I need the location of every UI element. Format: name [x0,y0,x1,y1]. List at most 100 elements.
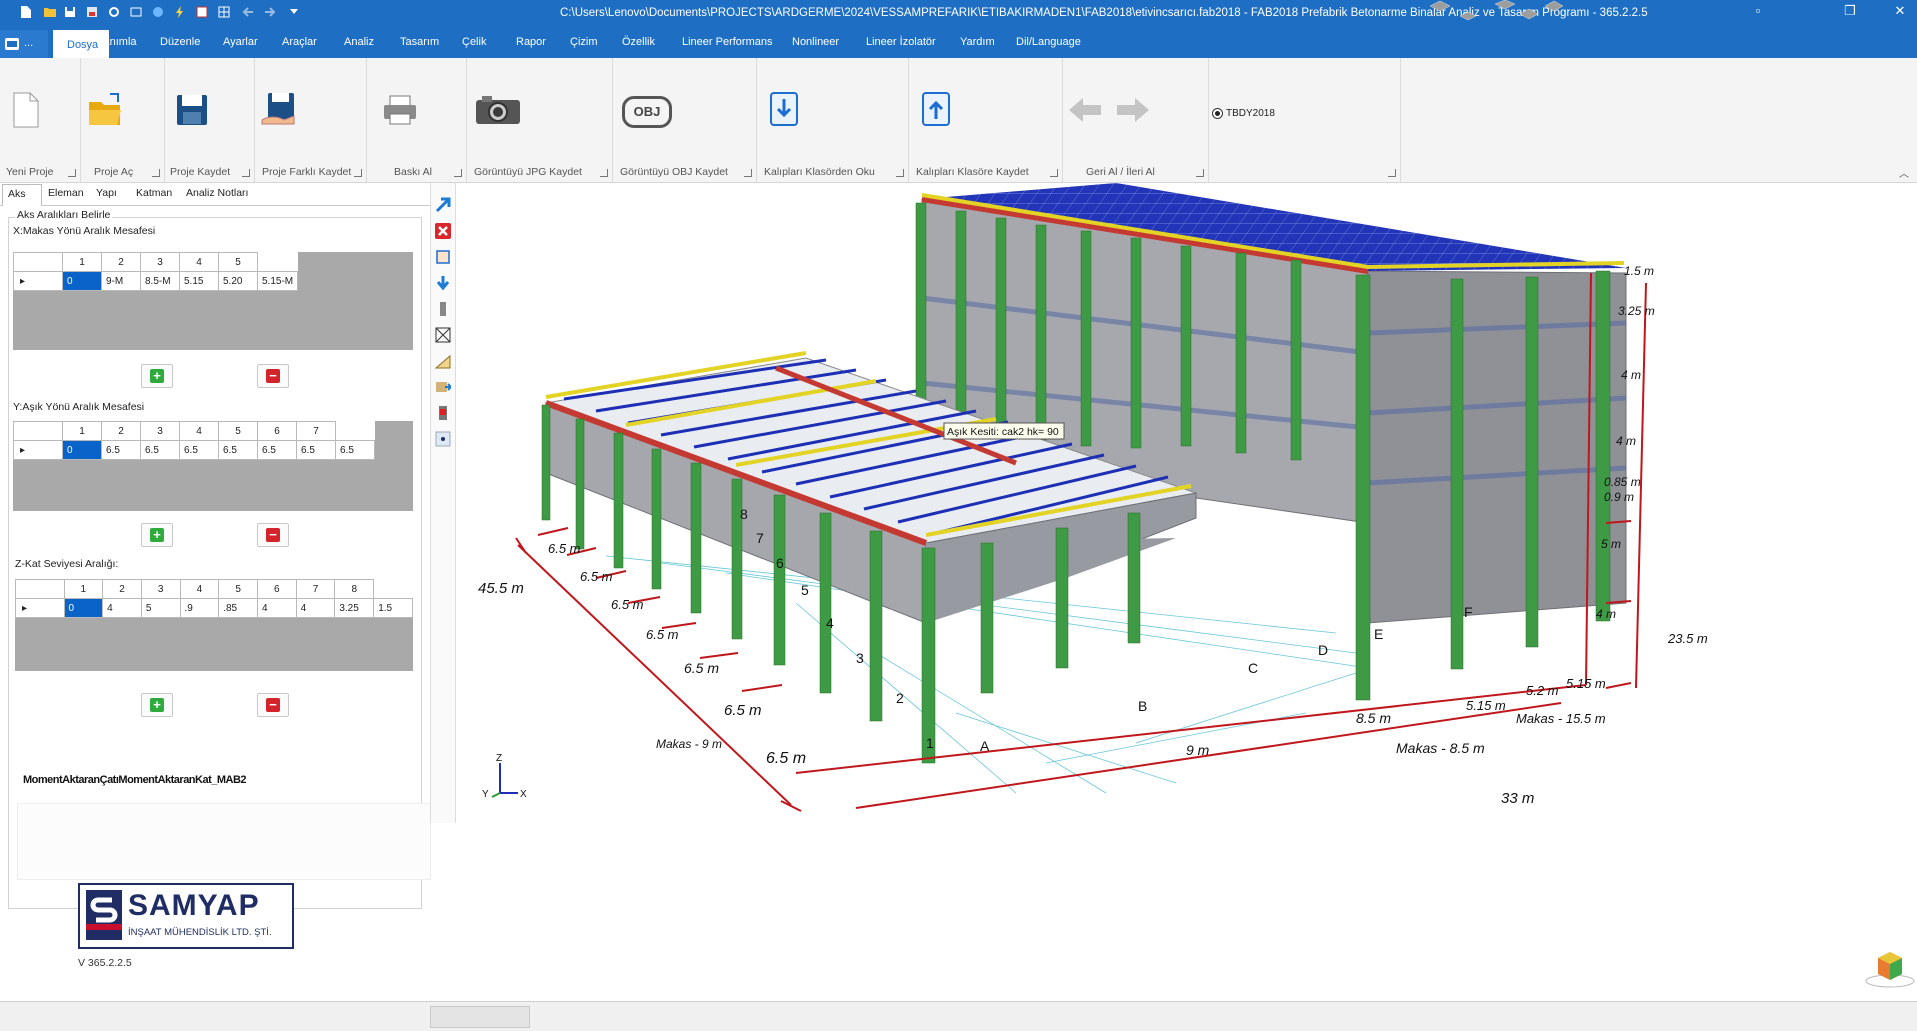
ribbon-group-kaliplari-kaydet[interactable]: Kalıpları Klasöre Kaydet [908,58,1063,182]
tab-analiz-notlari[interactable]: Analiz Notları [186,187,248,199]
y-grid-cell[interactable]: 6.5 [257,440,297,460]
undo-icon[interactable] [240,4,256,20]
grid-icon[interactable] [216,4,232,20]
ribbon-group-geri-al[interactable]: Geri Al / İleri Al [1062,58,1209,182]
column-tool-icon[interactable] [433,299,453,319]
y-remove-button[interactable]: − [257,523,289,547]
open-folder-icon[interactable] [42,4,58,20]
close-button[interactable]: ✕ [1890,3,1910,21]
customize-dropdown-icon[interactable] [286,4,302,20]
delete-icon[interactable] [433,221,453,241]
ribbon-group-yeni-proje[interactable]: Yeni Proje [0,58,81,182]
y-grid-cell[interactable]: 6.5 [140,440,180,460]
table-icon[interactable] [194,4,210,20]
z-grid-cell[interactable]: 3.25 [334,598,375,618]
group-launcher-icon[interactable] [1388,169,1396,177]
y-grid-row-index[interactable]: 0 [62,440,102,460]
group-launcher-icon[interactable] [454,169,462,177]
group-launcher-icon[interactable] [354,169,362,177]
app-menu-button[interactable]: ... [0,30,48,58]
view-cube-icon[interactable] [1865,952,1915,988]
z-grid-cell[interactable]: 5 [140,598,181,618]
y-grid-cell[interactable]: 6.5 [179,440,219,460]
tab-aks[interactable]: Aks [2,184,42,206]
ribbon-group-proje-farkli-kaydet[interactable]: Proje Farklı Kaydet [254,58,367,182]
menu-item-analiz[interactable]: Analiz [344,36,374,48]
z-grid-cell[interactable]: 4 [257,598,297,618]
z-grid-cell[interactable]: 1.5 [373,598,413,618]
menu-item-ozellik[interactable]: Özellik [622,36,655,48]
z-grid-cell[interactable]: 4 [102,598,142,618]
x-grid-row-index[interactable]: 0 [62,271,102,291]
y-grid-cell[interactable]: 6.5 [101,440,141,460]
menu-item-cizim[interactable]: Çizim [570,36,598,48]
maximize-button[interactable]: ❐ [1840,3,1860,21]
globe-icon[interactable] [150,4,166,20]
collapse-ribbon-icon[interactable]: ︿ [1899,165,1909,180]
new-file-icon[interactable] [18,4,34,20]
point-tool-icon[interactable] [433,429,453,449]
tab-katman[interactable]: Katman [136,187,172,199]
group-launcher-icon[interactable] [600,169,608,177]
x-grid-cell[interactable]: 9-M [101,271,141,291]
notes-area[interactable] [17,803,431,880]
x-grid-cell[interactable]: 5.15-M [256,271,299,291]
element-tool-icon[interactable] [433,403,453,423]
menu-item-lineer-izolator[interactable]: Lineer İzolatör [866,36,936,48]
x-remove-button[interactable]: − [257,364,289,388]
menu-item-yardim[interactable]: Yardım [960,36,995,48]
move-down-icon[interactable] [433,273,453,293]
z-grid-row-index[interactable]: 0 [63,598,104,618]
row-selector-icon[interactable]: ▸ [13,440,63,460]
y-grid-cell[interactable]: 6.5 [296,440,336,460]
y-grid-cell[interactable]: 6.5 [218,440,258,460]
ribbon-group-kaliplari-oku[interactable]: Kalıpları Klasörden Oku [756,58,909,182]
menu-item-dosya[interactable]: Dosya [53,30,109,58]
restore-ribbon-icon[interactable]: ▫ [1748,3,1768,21]
select-box-icon[interactable] [433,247,453,267]
settings-icon[interactable] [106,4,122,20]
z-grid-cell[interactable]: .9 [179,598,220,618]
redo-icon[interactable] [262,4,278,20]
ribbon-group-jpg-kaydet[interactable]: Görüntüyü JPG Kaydet [466,58,613,182]
x-brace-icon[interactable] [433,325,453,345]
x-grid-cell[interactable]: 5.15 [179,271,219,291]
ribbon-group-proje-kaydet[interactable]: Proje Kaydet [164,58,255,182]
menu-item-duzenle[interactable]: Düzenle [160,36,200,48]
window-icon[interactable] [128,4,144,20]
group-launcher-icon[interactable] [242,169,250,177]
group-launcher-icon[interactable] [744,169,752,177]
pointer-arrow-icon[interactable] [433,195,453,215]
save-icon[interactable] [62,4,78,20]
panel-move-icon[interactable] [433,377,453,397]
z-grid-cell[interactable]: 4 [295,598,336,618]
ribbon-group-baski-al[interactable]: Baskı Al [366,58,467,182]
x-grid[interactable]: 1 2 3 4 5 ▸ 0 9-M 8.5-M 5.15 5.20 5.15-M [13,252,413,350]
group-launcher-icon[interactable] [68,169,76,177]
group-launcher-icon[interactable] [896,169,904,177]
group-launcher-icon[interactable] [1196,169,1204,177]
x-grid-cell[interactable]: 5.20 [218,271,258,291]
x-add-button[interactable]: + [141,364,173,388]
ribbon-group-proje-ac[interactable]: Proje Aç [80,58,165,182]
group-launcher-icon[interactable] [1050,169,1058,177]
row-selector-icon[interactable]: ▸ [13,271,63,291]
row-selector-icon[interactable]: ▸ [15,598,65,618]
tbdy2018-radio[interactable] [1212,108,1223,119]
menu-item-lineer-performans[interactable]: Lineer Performans [682,36,773,48]
save-as-icon[interactable] [84,4,100,20]
z-remove-button[interactable]: − [257,693,289,717]
building-3d-model[interactable]: Aşık Kesiti: cak2 hk= 90 45.5 m 6.5 m 6.… [456,183,1917,1001]
menu-item-dil[interactable]: Dil/Language [1016,36,1081,48]
menu-item-rapor[interactable]: Rapor [516,36,546,48]
y-grid[interactable]: 1 2 3 4 5 6 7 ▸ 0 6.5 6.5 6.5 6.5 6.5 6.… [13,421,413,511]
tab-yapi[interactable]: Yapı [96,187,117,199]
menu-item-ayarlar[interactable]: Ayarlar [223,36,258,48]
x-grid-cell[interactable]: 8.5-M [140,271,180,291]
z-grid[interactable]: 1 2 3 4 5 6 7 8 ▸ 0 4 5 .9 .85 4 4 3.25 … [15,579,413,671]
z-add-button[interactable]: + [141,693,173,717]
menu-item-araclar[interactable]: Araçlar [282,36,317,48]
menu-item-nonlineer[interactable]: Nonlineer [792,36,839,48]
model-3d-viewport[interactable]: Aşık Kesiti: cak2 hk= 90 45.5 m 6.5 m 6.… [456,183,1917,1001]
z-grid-cell[interactable]: .85 [218,598,258,618]
